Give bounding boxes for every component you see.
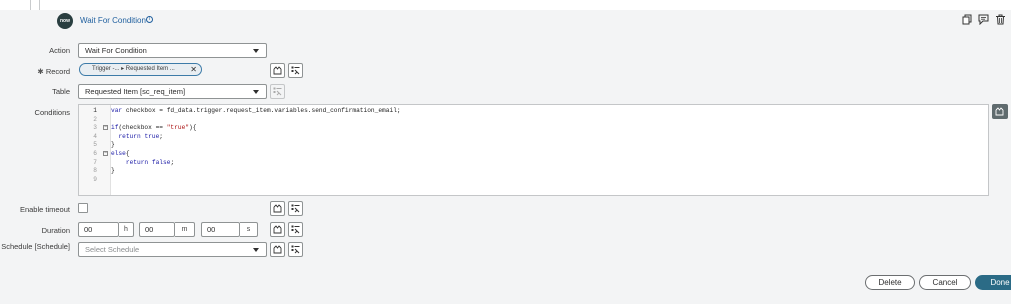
schedule-label: Schedule [Schedule]: [1, 242, 70, 251]
table-script-button[interactable]: [270, 84, 285, 99]
chevron-down-icon: [253, 90, 259, 94]
cancel-button[interactable]: Cancel: [919, 275, 971, 290]
action-label: Action: [49, 46, 70, 55]
timeout-data-picker-button[interactable]: [270, 201, 285, 216]
record-label: ✱ Record: [37, 67, 70, 76]
duration-label: Duration: [41, 226, 70, 235]
script-toggle-icon: [291, 225, 300, 234]
action-select[interactable]: Wait For Condition: [78, 43, 267, 58]
schedule-script-button[interactable]: [288, 242, 303, 257]
done-button[interactable]: Done: [975, 275, 1011, 290]
divider: [39, 0, 40, 10]
chevron-down-icon: [253, 248, 259, 252]
step-title: Wait For Condition: [80, 16, 146, 25]
enable-timeout-label: Enable timeout: [19, 205, 70, 214]
script-toggle-icon: [291, 245, 300, 254]
data-pill-picker-icon: [273, 204, 282, 213]
comment-icon[interactable]: [978, 14, 989, 25]
minutes-unit: m: [175, 222, 195, 237]
conditions-label: Conditions: [34, 108, 70, 117]
enable-timeout-checkbox[interactable]: [78, 203, 88, 213]
table-value: Requested Item [sc_req_item]: [85, 87, 186, 96]
code-line[interactable]: 9: [79, 175, 979, 184]
required-marker: ✱: [37, 67, 44, 76]
record-label-text: Record: [45, 67, 70, 76]
script-toggle-icon: [291, 66, 300, 75]
line-number: 9: [93, 175, 97, 183]
top-strip: [0, 0, 1011, 10]
table-select[interactable]: Requested Item [sc_req_item]: [78, 84, 267, 99]
timeout-script-button[interactable]: [288, 201, 303, 216]
record-pill-text: Trigger -... ▸ Requested Item ...: [92, 66, 175, 72]
fold-toggle-icon[interactable]: −: [103, 125, 108, 131]
now-logo: now: [57, 13, 73, 29]
schedule-select[interactable]: Select Schedule: [78, 242, 267, 257]
delete-button[interactable]: Delete: [865, 275, 915, 290]
script-toggle-icon: [273, 87, 282, 96]
data-pill-picker-icon: [273, 66, 282, 75]
table-label: Table: [52, 87, 70, 96]
schedule-data-picker-button[interactable]: [270, 242, 285, 257]
hours-unit: h: [119, 222, 134, 237]
conditions-data-picker-button[interactable]: [992, 104, 1008, 119]
close-icon[interactable]: ✕: [190, 64, 197, 75]
seconds-unit: s: [240, 222, 258, 237]
chevron-down-icon: [253, 49, 259, 53]
code-editor[interactable]: 1 var checkbox = fd_data.trigger.request_…: [78, 104, 989, 196]
fold-toggle-icon[interactable]: −: [103, 151, 108, 156]
duration-minutes-input[interactable]: 00: [139, 222, 175, 237]
data-pill-picker-icon: [273, 245, 282, 254]
schedule-placeholder: Select Schedule: [85, 245, 140, 254]
duration-seconds-input[interactable]: 00: [201, 222, 240, 237]
record-script-button[interactable]: [288, 63, 303, 78]
divider: [30, 0, 31, 10]
record-data-pill[interactable]: Trigger -... ▸ Requested Item ... ✕: [79, 63, 202, 76]
duration-data-picker-button[interactable]: [270, 222, 285, 237]
record-data-picker-button[interactable]: [270, 63, 285, 78]
copy-icon[interactable]: [962, 14, 973, 25]
action-value: Wait For Condition: [85, 46, 147, 55]
data-pill-picker-icon: [273, 225, 282, 234]
duration-hours-input[interactable]: 00: [78, 222, 119, 237]
data-pill-picker-icon: [995, 107, 1004, 116]
trash-icon[interactable]: [995, 14, 1006, 25]
script-toggle-icon: [291, 204, 300, 213]
info-circle-icon[interactable]: i: [146, 16, 153, 23]
duration-script-button[interactable]: [288, 222, 303, 237]
